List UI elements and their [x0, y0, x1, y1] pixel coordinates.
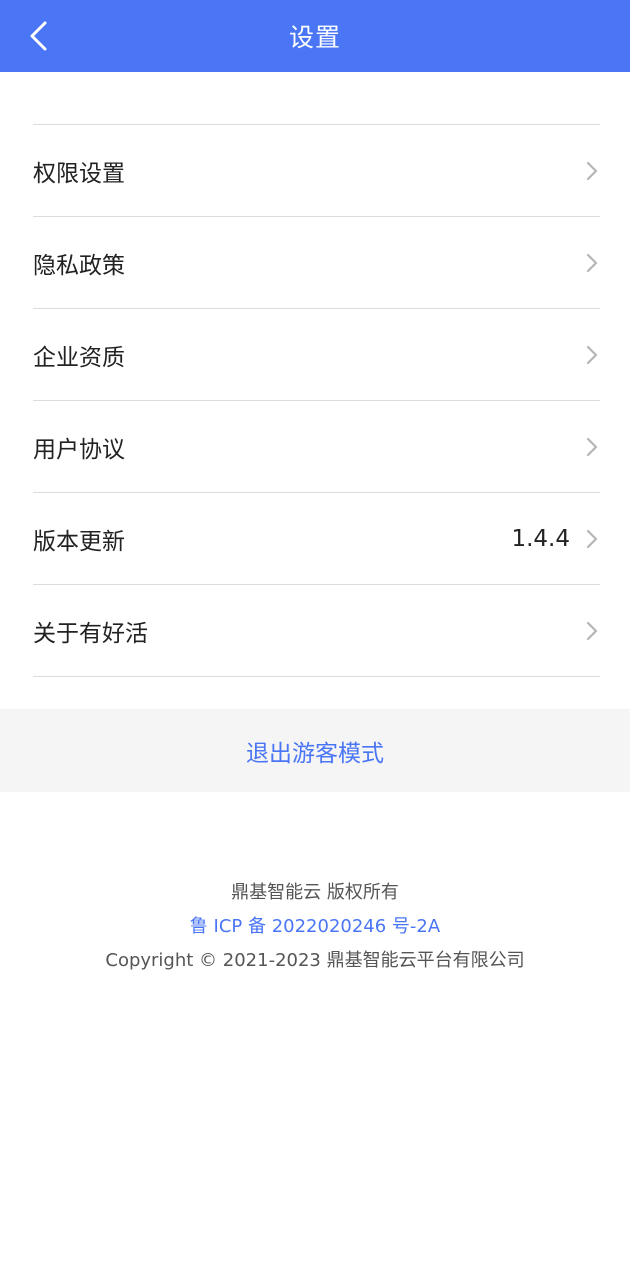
chevron-left-icon	[30, 21, 47, 51]
page-title: 设置	[288, 23, 341, 52]
exit-guest-mode-label: 退出游客模式	[246, 740, 384, 767]
copyright-notice: Copyright © 2021-2023 鼎基智能云平台有限公司	[105, 950, 525, 971]
menu-item-privacy-policy[interactable]: 隐私政策	[33, 217, 600, 309]
footer: 鼎基智能云 版权所有 鲁 ICP 备 2022020246 号-2A Copyr…	[0, 876, 630, 978]
exit-guest-mode-button[interactable]: 退出游客模式	[0, 709, 630, 792]
menu-item-label: 隐私政策	[33, 252, 125, 279]
menu-item-label: 版本更新	[33, 528, 125, 555]
menu-item-company-qualification[interactable]: 企业资质	[33, 309, 600, 401]
copyright-owner: 鼎基智能云 版权所有	[231, 882, 399, 903]
chevron-right-icon	[584, 528, 600, 550]
menu-item-label: 用户协议	[33, 436, 125, 463]
menu-item-label: 权限设置	[33, 160, 125, 187]
icp-license-link[interactable]: 鲁 ICP 备 2022020246 号-2A	[0, 910, 630, 944]
menu-item-about[interactable]: 关于有好活	[33, 585, 600, 677]
menu-item-label: 关于有好活	[33, 620, 148, 647]
menu-item-user-agreement[interactable]: 用户协议	[33, 401, 600, 493]
settings-menu: 权限设置 隐私政策 企业资质 用户协议 版本更新 1.4.4 关于有好活	[33, 124, 600, 677]
version-number: 1.4.4	[511, 525, 570, 552]
menu-item-label: 企业资质	[33, 344, 125, 371]
chevron-right-icon	[584, 252, 600, 274]
chevron-right-icon	[584, 620, 600, 642]
menu-item-version-update[interactable]: 版本更新 1.4.4	[33, 493, 600, 585]
app-header: 设置	[0, 0, 630, 72]
menu-item-permissions[interactable]: 权限设置	[33, 125, 600, 217]
chevron-right-icon	[584, 160, 600, 182]
chevron-right-icon	[584, 436, 600, 458]
back-button[interactable]	[18, 16, 58, 56]
chevron-right-icon	[584, 344, 600, 366]
